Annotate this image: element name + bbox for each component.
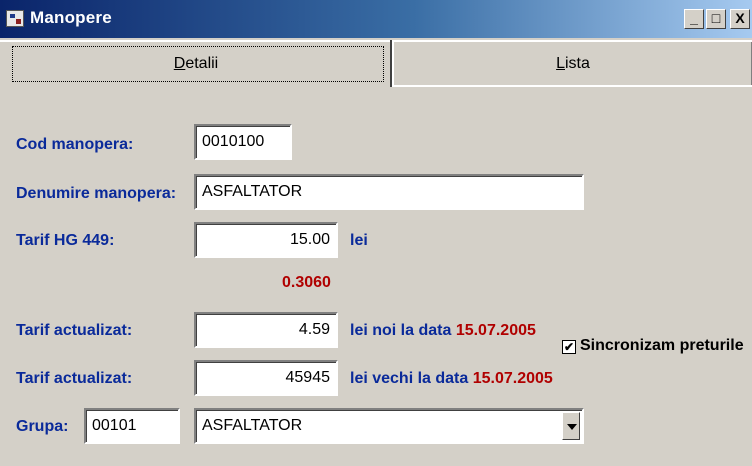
denumire-manopera-input[interactable]: ASFALTATOR — [194, 174, 584, 210]
tab-focus-rect — [12, 46, 384, 82]
grupa-code-input[interactable]: 00101 — [84, 408, 180, 444]
tarif-actualizat-noi-label: Tarif actualizat: — [16, 322, 133, 339]
tarif-actualizat-noi-input[interactable]: 4.59 — [194, 312, 338, 348]
tab-lista[interactable]: Lista — [392, 40, 752, 87]
tab-lista-accel: L — [556, 55, 565, 72]
tarif-hg-unit: lei — [350, 232, 368, 249]
close-button[interactable]: X — [730, 9, 750, 29]
window-title: Manopere — [30, 8, 112, 27]
tarif-hg-label: Tarif HG 449: — [16, 232, 115, 249]
grupa-select-value: ASFALTATOR — [202, 417, 303, 434]
lei-noi-date: 15.07.2005 — [455, 322, 536, 339]
grupa-label: Grupa: — [16, 418, 69, 435]
coeficient-value: 0.3060 — [282, 274, 331, 291]
title-bar: Manopere _ □ X — [0, 0, 752, 38]
cod-manopera-input[interactable]: 0010100 — [194, 124, 292, 160]
cod-manopera-label: Cod manopera: — [16, 136, 134, 153]
maximize-button[interactable]: □ — [706, 9, 726, 29]
chevron-down-icon[interactable] — [562, 412, 580, 440]
lei-noi-label: lei noi la data — [350, 322, 452, 339]
tarif-hg-input[interactable]: 15.00 — [194, 222, 338, 258]
tab-lista-label: ista — [565, 55, 590, 72]
grupa-select[interactable]: ASFALTATOR — [194, 408, 584, 444]
tarif-actualizat-vechi-input[interactable]: 45945 — [194, 360, 338, 396]
app-icon — [6, 10, 24, 27]
lei-noi-text: lei noi la data 15.07.2005 — [350, 322, 536, 340]
tab-detalii[interactable]: Detalii — [0, 40, 392, 87]
tarif-actualizat-vechi-label: Tarif actualizat: — [16, 370, 133, 387]
minimize-button[interactable]: _ — [684, 9, 704, 29]
lei-vechi-label: lei vechi la data — [350, 370, 469, 387]
sincronizam-checkbox[interactable]: ✔ — [562, 340, 576, 354]
lei-vechi-text: lei vechi la data 15.07.2005 — [350, 370, 553, 388]
denumire-manopera-label: Denumire manopera: — [16, 185, 177, 202]
lei-vechi-date: 15.07.2005 — [472, 370, 553, 387]
sincronizam-label: Sincronizam preturile — [580, 337, 744, 354]
